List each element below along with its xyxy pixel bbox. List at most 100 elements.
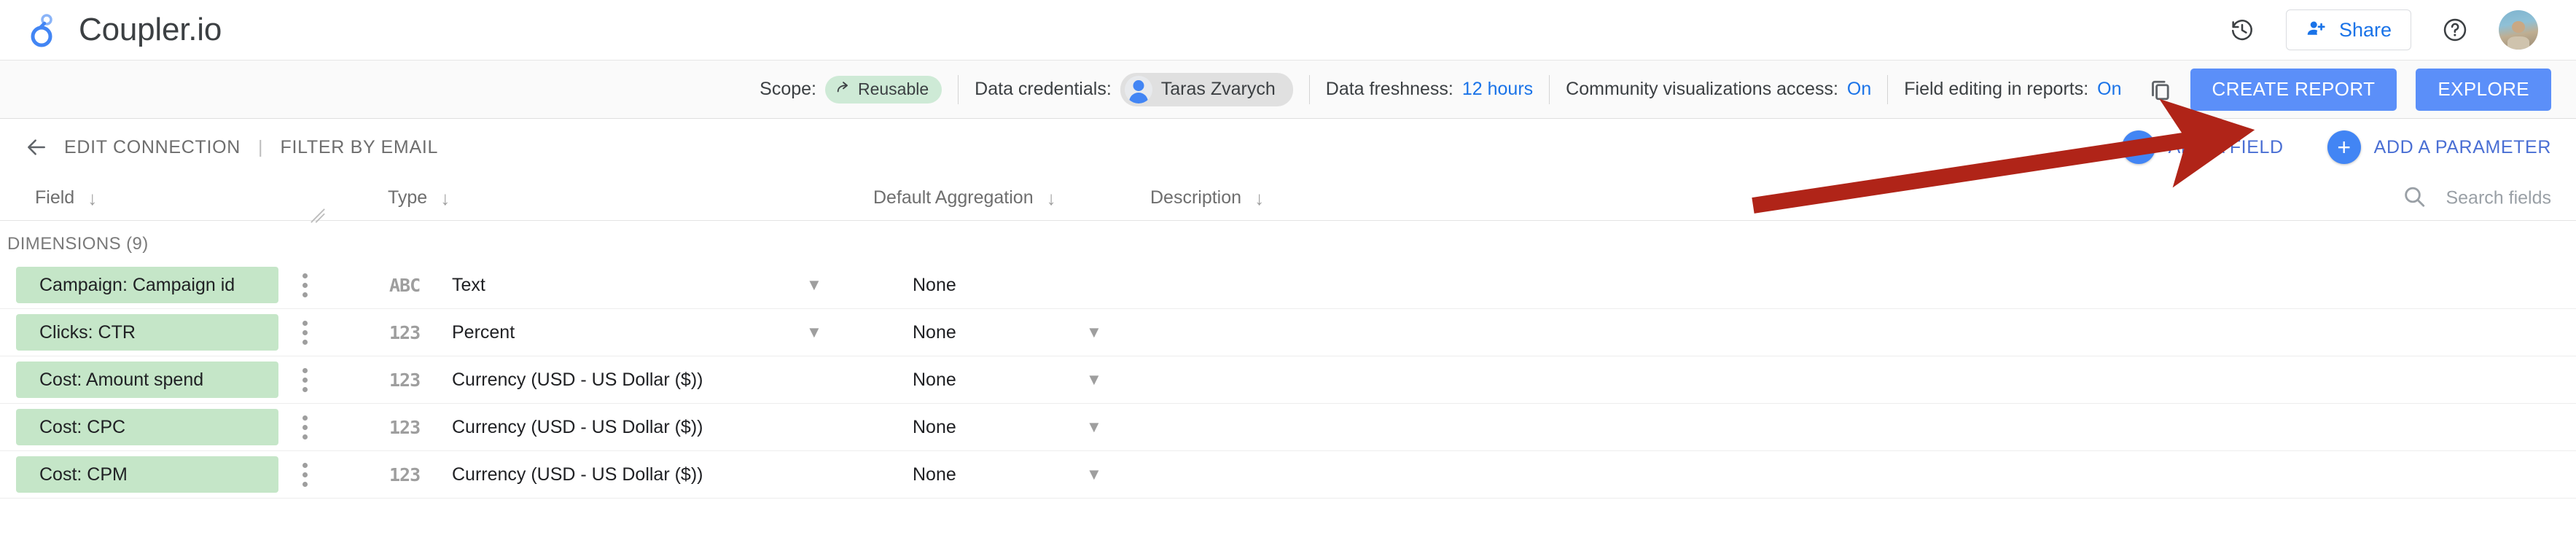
default-aggregation-value[interactable]: None: [913, 370, 956, 391]
data-credentials-value: Taras Zvarych: [1160, 79, 1276, 99]
share-label: Share: [2338, 18, 2392, 41]
field-editing-value[interactable]: On: [2097, 79, 2121, 100]
community-visualizations-label: Community visualizations access:: [1566, 79, 1838, 99]
column-header-type-label: Type: [388, 187, 428, 208]
table-header: Field ↓ Type ↓ Default Aggregation ↓ Des…: [0, 176, 2576, 224]
data-freshness-label: Data freshness:: [1325, 79, 1453, 99]
credentials-avatar-icon: [1124, 75, 1152, 103]
community-visualizations-item: Community visualizations access: On: [1550, 79, 1887, 100]
back-arrow-icon[interactable]: [20, 131, 52, 163]
table-row[interactable]: Clicks: CTR 123 Percent ▼ None ▼: [0, 309, 2576, 356]
person-add-icon: [2306, 17, 2327, 43]
row-menu-icon[interactable]: [303, 273, 308, 297]
plus-icon: +: [2327, 130, 2361, 164]
scope-value-pill[interactable]: Reusable: [824, 75, 942, 103]
column-header-aggregation[interactable]: Default Aggregation ↓: [873, 187, 1056, 208]
row-menu-icon[interactable]: [303, 462, 308, 487]
copy-icon[interactable]: [2138, 77, 2177, 102]
community-visualizations-value[interactable]: On: [1847, 79, 1871, 100]
fields-table-body: Campaign: Campaign id ABC Text ▼ None Clicks:…: [0, 262, 2576, 499]
sort-arrow-icon[interactable]: ↓: [1047, 189, 1056, 208]
topbar-actions: Share: [2223, 9, 2538, 50]
help-circle-icon[interactable]: [2436, 11, 2474, 49]
search-icon: [2402, 184, 2427, 212]
column-header-type[interactable]: Type ↓: [388, 187, 450, 208]
type-dropdown-caret-icon[interactable]: ▼: [806, 323, 822, 342]
field-type-value[interactable]: Currency (USD - US Dollar ($)): [452, 370, 703, 391]
table-row[interactable]: Cost: Amount spend 123 Currency (USD - US …: [0, 356, 2576, 404]
field-editing-item: Field editing in reports: On: [1888, 79, 2137, 100]
field-editing-label: Field editing in reports:: [1904, 79, 2089, 99]
field-type-value[interactable]: Currency (USD - US Dollar ($)): [452, 464, 703, 485]
coupler-logo-icon: [25, 11, 63, 49]
table-row[interactable]: Cost: CPC 123 Currency (USD - US Dollar ($…: [0, 404, 2576, 451]
row-menu-icon[interactable]: [303, 367, 308, 392]
sort-arrow-icon[interactable]: ↓: [1254, 189, 1264, 208]
sort-arrow-icon[interactable]: ↓: [87, 189, 97, 208]
field-type-icon: ABC: [389, 274, 421, 296]
field-name-pill[interactable]: Clicks: CTR: [16, 314, 278, 351]
default-aggregation-value[interactable]: None: [913, 417, 956, 438]
column-header-description[interactable]: Description ↓: [1150, 187, 1264, 208]
field-type-icon: 123: [389, 464, 421, 485]
field-name-pill[interactable]: Cost: Amount spend: [16, 362, 278, 398]
data-credentials-label: Data credentials:: [975, 79, 1112, 99]
filter-by-email-link[interactable]: FILTER BY EMAIL: [281, 137, 439, 158]
add-a-field-label: ADD A FIELD: [2168, 136, 2284, 157]
plus-icon: +: [2121, 130, 2155, 164]
column-header-field[interactable]: Field ↓: [35, 187, 97, 208]
data-freshness-item: Data freshness: 12 hours: [1310, 79, 1549, 100]
action-divider: |: [258, 136, 263, 157]
brand-name: Coupler.io: [79, 12, 222, 47]
field-name-pill[interactable]: Cost: CPC: [16, 409, 278, 445]
field-type-value[interactable]: Currency (USD - US Dollar ($)): [452, 417, 703, 438]
share-button[interactable]: Share: [2285, 9, 2411, 50]
data-credentials-pill[interactable]: Taras Zvarych: [1120, 72, 1293, 106]
field-type-icon: 123: [389, 416, 421, 438]
table-row[interactable]: Cost: CPM 123 Currency (USD - US Dollar ($…: [0, 451, 2576, 499]
search-fields-input[interactable]: Search fields: [2402, 184, 2551, 212]
scope-item: Scope: Reusable: [743, 75, 958, 103]
scope-label: Scope:: [760, 79, 816, 99]
explore-button[interactable]: EXPLORE: [2416, 68, 2551, 111]
default-aggregation-value[interactable]: None: [913, 322, 956, 343]
brand[interactable]: Coupler.io: [25, 11, 222, 49]
data-freshness-value[interactable]: 12 hours: [1462, 79, 1533, 100]
table-row[interactable]: Campaign: Campaign id ABC Text ▼ None: [0, 262, 2576, 309]
action-row: EDIT CONNECTION | FILTER BY EMAIL + ADD …: [0, 119, 2576, 176]
default-aggregation-value[interactable]: None: [913, 275, 956, 296]
field-type-icon: 123: [389, 321, 421, 343]
row-menu-icon[interactable]: [303, 415, 308, 440]
create-report-button[interactable]: CREATE REPORT: [2190, 68, 2397, 111]
column-header-field-label: Field: [35, 187, 75, 208]
column-resize-handle[interactable]: [310, 208, 326, 224]
add-a-parameter-label: ADD A PARAMETER: [2373, 136, 2551, 157]
avatar[interactable]: [2499, 10, 2538, 50]
aggregation-dropdown-caret-icon[interactable]: ▼: [1086, 418, 1102, 437]
field-name-pill[interactable]: Campaign: Campaign id: [16, 267, 278, 303]
row-menu-icon[interactable]: [303, 320, 308, 345]
aggregation-dropdown-caret-icon[interactable]: ▼: [1086, 465, 1102, 484]
metadata-bar: Scope: Reusable Data credentials: Taras …: [0, 60, 2576, 119]
add-a-field-button[interactable]: + ADD A FIELD: [2121, 130, 2284, 164]
column-header-aggregation-label: Default Aggregation: [873, 187, 1034, 208]
dimensions-section-label: DIMENSIONS (9): [7, 234, 149, 254]
default-aggregation-value[interactable]: None: [913, 464, 956, 485]
field-type-value[interactable]: Text: [452, 275, 485, 296]
edit-connection-link[interactable]: EDIT CONNECTION: [64, 137, 241, 158]
sort-arrow-icon[interactable]: ↓: [440, 189, 450, 208]
add-a-parameter-button[interactable]: + ADD A PARAMETER: [2327, 130, 2551, 164]
aggregation-dropdown-caret-icon[interactable]: ▼: [1086, 323, 1102, 342]
top-bar: Coupler.io Share: [0, 0, 2576, 60]
field-name-pill[interactable]: Cost: CPM: [16, 456, 278, 493]
type-dropdown-caret-icon[interactable]: ▼: [806, 276, 822, 294]
column-header-description-label: Description: [1150, 187, 1242, 208]
history-icon[interactable]: [2223, 11, 2261, 49]
search-fields-placeholder: Search fields: [2446, 187, 2551, 208]
share-arrow-icon: [835, 79, 851, 100]
field-type-value[interactable]: Percent: [452, 322, 515, 343]
data-credentials-item: Data credentials: Taras Zvarych: [959, 72, 1309, 106]
scope-value-text: Reusable: [857, 79, 929, 98]
field-type-icon: 123: [389, 369, 421, 391]
aggregation-dropdown-caret-icon[interactable]: ▼: [1086, 370, 1102, 389]
